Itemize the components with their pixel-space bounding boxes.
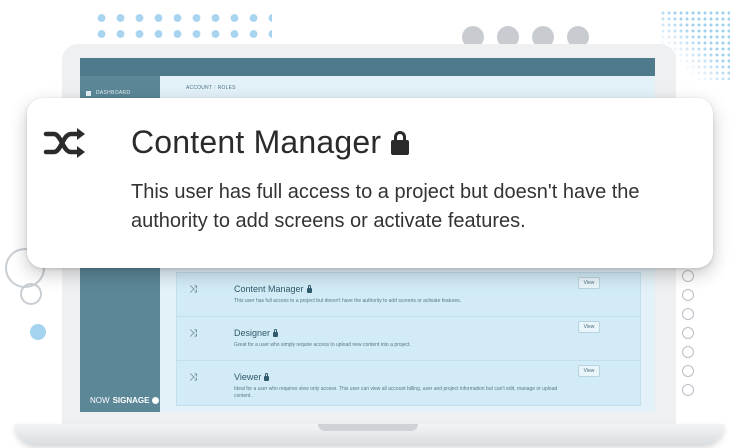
role-row-content-manager: ⤨ Content Manager This user has full acc… <box>177 273 640 317</box>
view-button[interactable]: View <box>578 365 600 377</box>
callout-description: This user has full access to a project b… <box>131 181 640 232</box>
role-row-viewer: ⤨ Viewer Ideal for a user who requires v… <box>177 361 640 405</box>
brand-prefix: NOW <box>90 396 110 405</box>
decorative-dot-grid <box>92 10 272 42</box>
brand-logo: NOW SIGNAGE <box>90 396 160 405</box>
breadcrumb-item-account[interactable]: ACCOUNT <box>186 85 212 91</box>
lock-icon <box>391 131 410 155</box>
top-bar <box>80 58 655 76</box>
home-icon <box>86 90 91 96</box>
role-callout-card: Content Manager This user has full acces… <box>27 98 713 268</box>
shuffle-icon: ⤨ <box>189 328 197 339</box>
role-name: Designer <box>234 328 279 338</box>
view-button[interactable]: View <box>578 277 600 289</box>
brand-logo-mark <box>152 397 160 404</box>
sidebar-item-dashboard[interactable]: DASHBOARD <box>86 90 130 96</box>
role-description: Great for a user who simply require acce… <box>234 342 411 348</box>
shuffle-icon: ⤨ <box>189 372 197 383</box>
brand-suffix: SIGNAGE <box>112 396 150 405</box>
laptop-notch <box>318 424 418 431</box>
decorative-dot <box>30 324 46 340</box>
lock-icon <box>306 285 312 293</box>
callout-title: Content Manager <box>131 124 410 161</box>
lock-icon <box>264 373 270 381</box>
shuffle-icon <box>43 128 85 158</box>
shuffle-icon: ⤨ <box>189 284 197 295</box>
role-description: Ideal for a user who requires view only … <box>234 386 558 399</box>
role-row-designer: ⤨ Designer Great for a user who simply r… <box>177 317 640 361</box>
roles-list: ⤨ Content Manager This user has full acc… <box>176 272 641 406</box>
lock-icon <box>273 329 279 337</box>
sidebar-item-label: DASHBOARD <box>96 90 131 96</box>
role-name: Viewer <box>234 372 270 382</box>
role-name: Content Manager <box>234 284 312 294</box>
breadcrumb: ACCOUNT / ROLES <box>186 85 236 91</box>
view-button[interactable]: View <box>578 321 600 333</box>
decorative-ring <box>20 283 42 305</box>
callout-title-text: Content Manager <box>131 124 382 160</box>
breadcrumb-item-roles: ROLES <box>217 85 236 91</box>
role-description: This user has full access to a project b… <box>234 298 462 304</box>
decorative-circle-column <box>682 270 694 396</box>
